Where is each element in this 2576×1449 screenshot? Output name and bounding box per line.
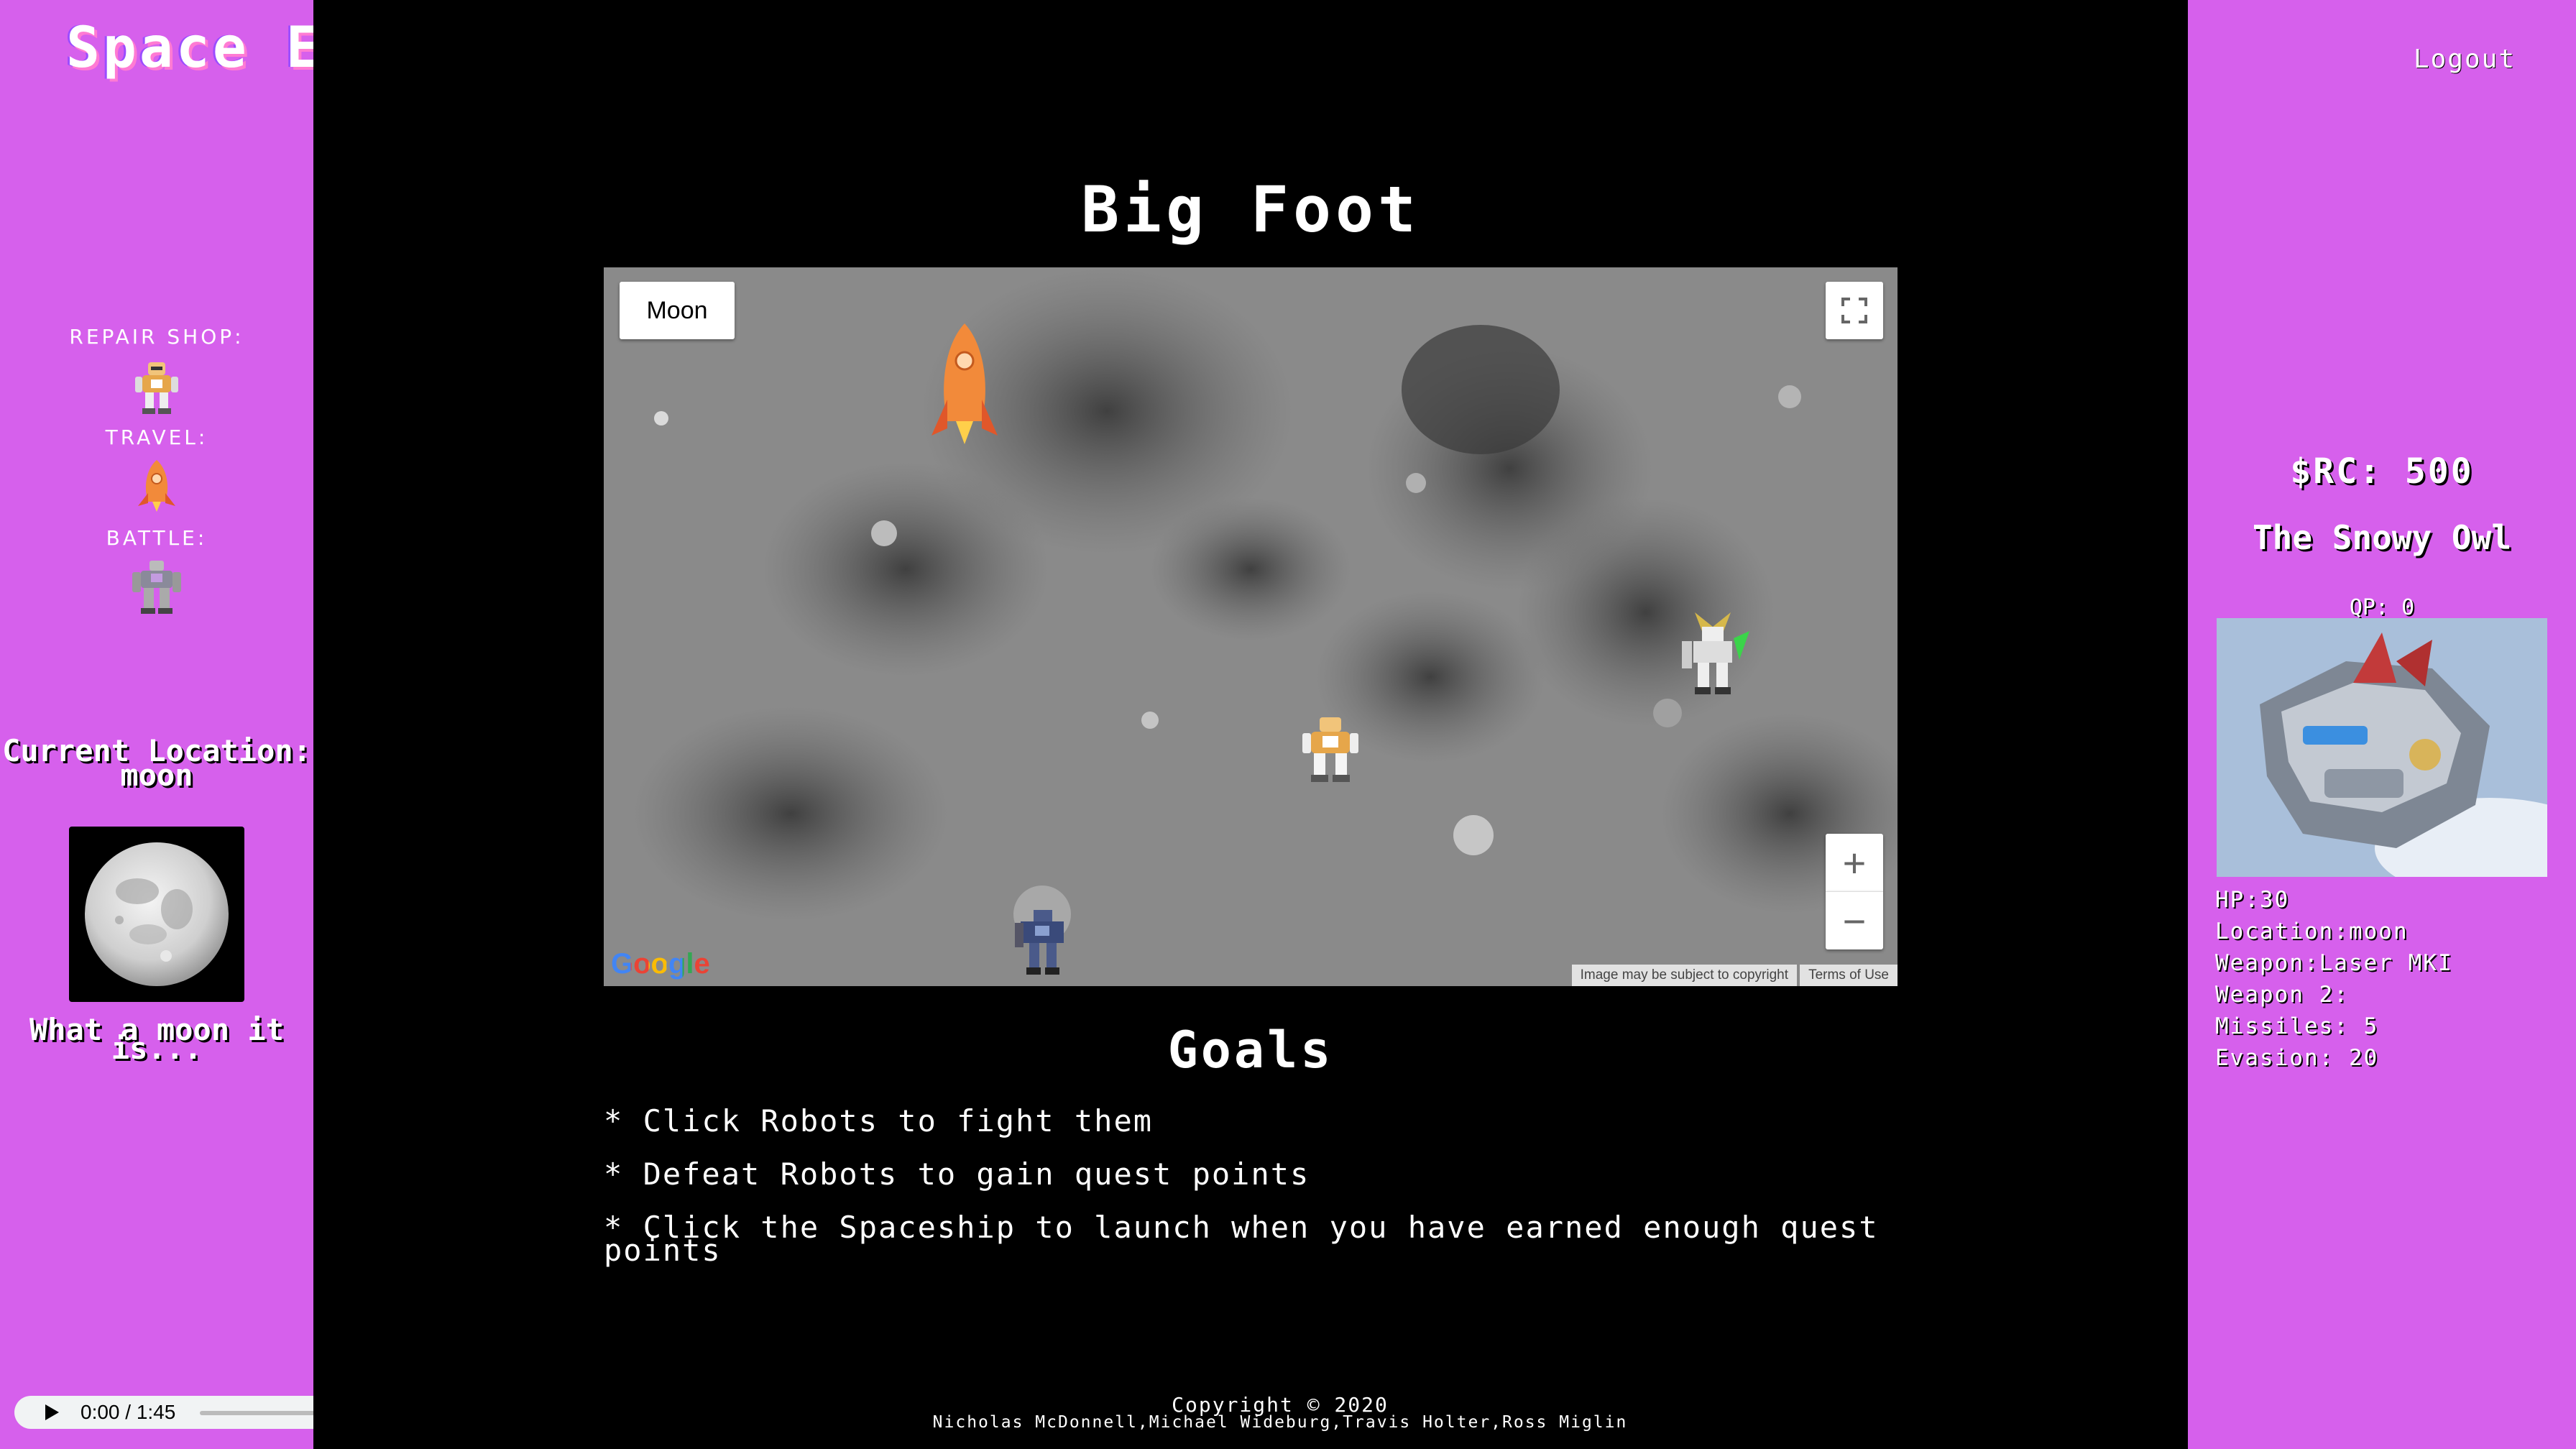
goal-item: * Click the Spaceship to launch when you… <box>604 1210 1879 1268</box>
repair-robot-icon[interactable] <box>129 358 184 415</box>
moon-map[interactable]: Moon + − Google Image may be subject to … <box>604 267 1898 986</box>
moon-image <box>69 827 244 1002</box>
right-sidebar: Logout $RC: 500 The Snowy Owl QP: 0 HP:3… <box>2188 0 2576 1449</box>
currency-display: $RC: 500 <box>2290 451 2474 492</box>
location-tagline: What a moon it is... <box>29 1012 284 1066</box>
quest-points: QP: 0 <box>2349 595 2415 620</box>
stat-location: Location:moon <box>2215 919 2409 944</box>
robot-marker-gold[interactable] <box>1298 713 1363 788</box>
authors-text: Nicholas McDonnell,Michael Wideburg,Trav… <box>932 1413 1628 1432</box>
audio-seek-bar[interactable] <box>200 1411 315 1415</box>
goals-heading: Goals <box>1167 1021 1334 1080</box>
logout-link[interactable]: Logout <box>2414 45 2516 74</box>
stat-weapon-2: Weapon 2: <box>2215 982 2349 1008</box>
play-icon[interactable] <box>43 1403 60 1427</box>
goal-item: * Click Robots to fight them <box>604 1103 1154 1138</box>
zoom-out-button[interactable]: − <box>1826 891 1883 949</box>
fullscreen-icon[interactable] <box>1826 282 1883 339</box>
left-sidebar: Space Explorers REPAIR SHOP: TRAVEL: BAT… <box>0 0 612 1449</box>
audio-time: 0:00 / 1:45 <box>80 1401 176 1423</box>
robot-name: The Snowy Owl <box>2252 518 2512 557</box>
robot-marker-blue[interactable] <box>1015 907 1072 982</box>
spaceship-icon[interactable] <box>929 321 1000 453</box>
goal-item: * Defeat Robots to gain quest points <box>604 1156 1310 1192</box>
rocket-icon[interactable] <box>129 457 184 515</box>
google-logo-text: Google <box>611 948 710 980</box>
map-type-button[interactable]: Moon <box>620 282 735 339</box>
page-title: Big Foot <box>1081 172 1420 247</box>
current-location-title: Current Location: moon <box>2 733 311 793</box>
battle-label: BATTLE: <box>106 526 208 550</box>
stat-evasion: Evasion: 20 <box>2215 1045 2379 1071</box>
stat-weapon: Weapon:Laser MKI <box>2215 950 2453 976</box>
map-copyright-notice: Image may be subject to copyright <box>1571 965 1797 986</box>
stat-missiles: Missiles: 5 <box>2215 1013 2379 1039</box>
main-content: Big Foot Moon + − Google Image may be su… <box>313 0 2188 1449</box>
robot-marker-white[interactable] <box>1673 610 1752 699</box>
stat-hp: HP:30 <box>2215 887 2290 913</box>
battle-robot-icon[interactable] <box>129 558 184 615</box>
zoom-in-button[interactable]: + <box>1826 834 1883 891</box>
robot-portrait <box>2217 618 2547 877</box>
terms-link[interactable]: Terms of Use <box>1800 965 1898 986</box>
google-logo[interactable]: Google <box>611 948 710 980</box>
repair-shop-label: REPAIR SHOP: <box>69 325 244 349</box>
travel-label: TRAVEL: <box>105 426 208 449</box>
